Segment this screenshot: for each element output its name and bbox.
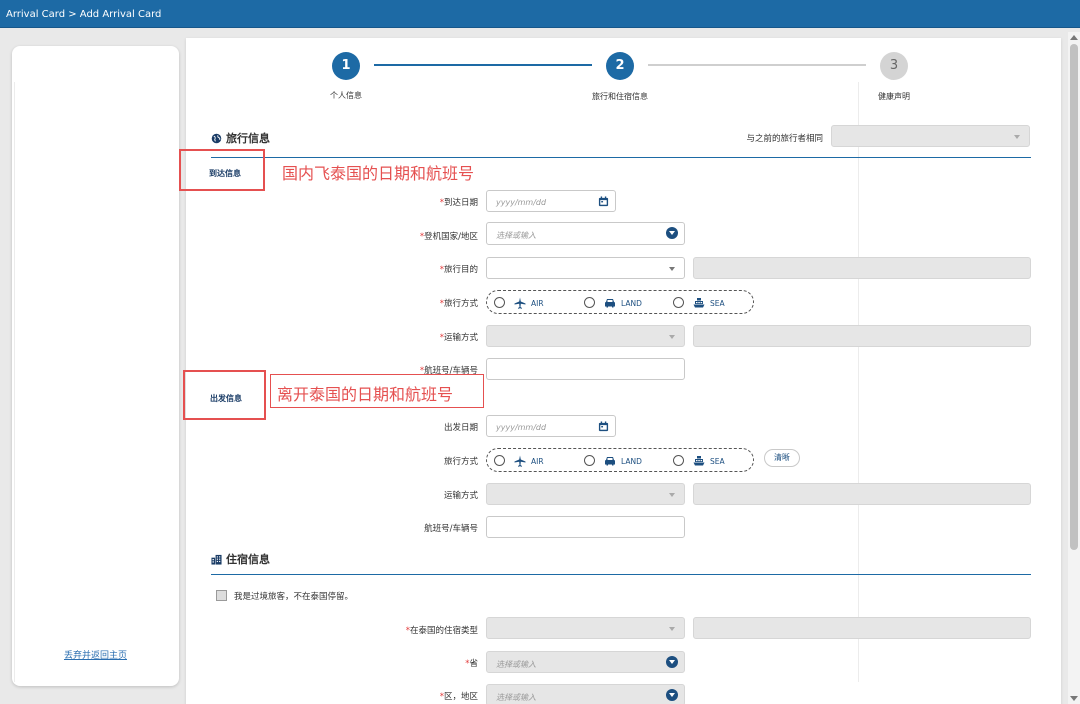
departure-mode-land-radio[interactable] — [584, 455, 595, 466]
transit-checkbox[interactable] — [216, 590, 227, 601]
departure-mode-sea-radio[interactable] — [673, 455, 684, 466]
arrival-mode-air-radio[interactable] — [494, 297, 505, 308]
car-icon — [605, 457, 615, 466]
vertical-scrollbar[interactable] — [1068, 32, 1080, 704]
arrival-date-label: *到达日期 — [439, 198, 478, 208]
arrival-transport-other-input[interactable] — [693, 325, 1031, 347]
chevron-down-icon — [666, 656, 678, 668]
departure-transport-select[interactable] — [486, 483, 685, 505]
departure-mode-label: 旅行方式 — [443, 457, 478, 467]
departure-flight-input[interactable] — [486, 516, 685, 538]
accommodation-rule — [211, 574, 1031, 575]
step-2-circle[interactable]: 2 — [606, 52, 634, 80]
departure-mode-sea-text: SEA — [710, 457, 725, 466]
plane-icon — [514, 455, 526, 467]
step-1-circle[interactable]: 1 — [332, 52, 360, 80]
arrival-mode-sea-radio[interactable] — [673, 297, 684, 308]
arrival-transport-label: *运输方式 — [439, 333, 478, 343]
departure-date-input[interactable]: yyyy/mm/dd — [486, 415, 616, 437]
accommodation-type-other-input[interactable] — [693, 617, 1031, 639]
travel-info-rule — [211, 157, 1031, 158]
step-3-label: 健康声明 — [878, 92, 910, 101]
arrival-annotation-box — [179, 149, 265, 191]
arrival-mode-sea-text: SEA — [710, 299, 725, 308]
departure-mode-land-text: LAND — [621, 457, 642, 466]
chevron-down-icon — [669, 267, 675, 271]
arrival-transport-select[interactable] — [486, 325, 685, 347]
arrival-flight-input[interactable] — [486, 358, 685, 380]
car-icon — [605, 299, 615, 308]
accommodation-heading: 住宿信息 — [211, 551, 270, 568]
district-select[interactable]: 选择或输入 — [486, 684, 685, 704]
boarding-country-select[interactable]: 选择或输入 — [486, 222, 685, 245]
chevron-down-icon — [1014, 135, 1020, 139]
calendar-icon[interactable] — [598, 421, 609, 432]
departure-annotation-text: 离开泰国的日期和航班号 — [277, 385, 454, 404]
departure-mode-radio-group: AIR LAND SEA — [486, 448, 754, 472]
departure-mode-air-text: AIR — [531, 457, 544, 466]
step-1-label: 个人信息 — [330, 91, 362, 100]
scroll-down-arrow[interactable] — [1070, 696, 1078, 701]
breadcrumb: Arrival Card > Add Arrival Card — [6, 9, 162, 20]
arrival-mode-land-text: LAND — [621, 299, 642, 308]
departure-flight-label: 航班号/车辆号 — [424, 524, 478, 534]
plane-icon — [514, 297, 526, 309]
transit-checkbox-label: 我是过境旅客，不在泰国停留。 — [234, 592, 354, 602]
arrival-mode-air-text: AIR — [531, 299, 544, 308]
step-2-label: 旅行和住宿信息 — [592, 92, 648, 101]
scroll-up-arrow[interactable] — [1070, 35, 1078, 40]
departure-transport-label: 运输方式 — [443, 491, 478, 501]
travel-purpose-select[interactable] — [486, 257, 685, 279]
boarding-country-label: *登机国家/地区 — [419, 232, 478, 242]
same-as-prev-select[interactable] — [831, 125, 1030, 147]
same-as-prev-label: 与之前的旅行者相同 — [746, 134, 823, 144]
chevron-down-icon — [666, 227, 678, 239]
departure-transport-other-input[interactable] — [693, 483, 1031, 505]
arrival-mode-radio-group: AIR LAND SEA — [486, 290, 754, 314]
accommodation-type-select[interactable] — [486, 617, 685, 639]
top-bar: Arrival Card > Add Arrival Card — [0, 0, 1080, 28]
district-label: *区，地区 — [439, 692, 478, 702]
ship-icon — [693, 456, 705, 466]
chevron-down-icon — [666, 689, 678, 701]
globe-icon — [211, 133, 222, 147]
building-icon — [211, 554, 222, 568]
calendar-icon[interactable] — [598, 196, 609, 207]
chevron-down-icon — [669, 493, 675, 497]
travel-info-heading: 旅行信息 — [211, 130, 270, 147]
chevron-down-icon — [669, 627, 675, 631]
step-line-2-3 — [648, 64, 866, 66]
arrival-mode-land-radio[interactable] — [584, 297, 595, 308]
ship-icon — [693, 298, 705, 308]
step-line-1-2 — [374, 64, 592, 66]
departure-date-label: 出发日期 — [443, 423, 478, 433]
accommodation-type-label: *在泰国的住宿类型 — [405, 626, 478, 636]
arrival-mode-label: *旅行方式 — [439, 299, 478, 309]
travel-purpose-other-input[interactable] — [693, 257, 1031, 279]
arrival-date-input[interactable]: yyyy/mm/dd — [486, 190, 616, 212]
departure-annotation-box — [183, 370, 266, 420]
province-label: *省 — [465, 659, 478, 669]
departure-mode-air-radio[interactable] — [494, 455, 505, 466]
travel-purpose-label: *旅行目的 — [439, 265, 478, 275]
province-select[interactable]: 选择或输入 — [486, 651, 685, 673]
chevron-down-icon — [669, 335, 675, 339]
clear-button[interactable]: 清晰 — [764, 449, 800, 467]
arrival-annotation-text: 国内飞泰国的日期和航班号 — [282, 164, 475, 183]
scrollbar-thumb[interactable] — [1070, 44, 1078, 550]
step-3-circle[interactable]: 3 — [880, 52, 908, 80]
